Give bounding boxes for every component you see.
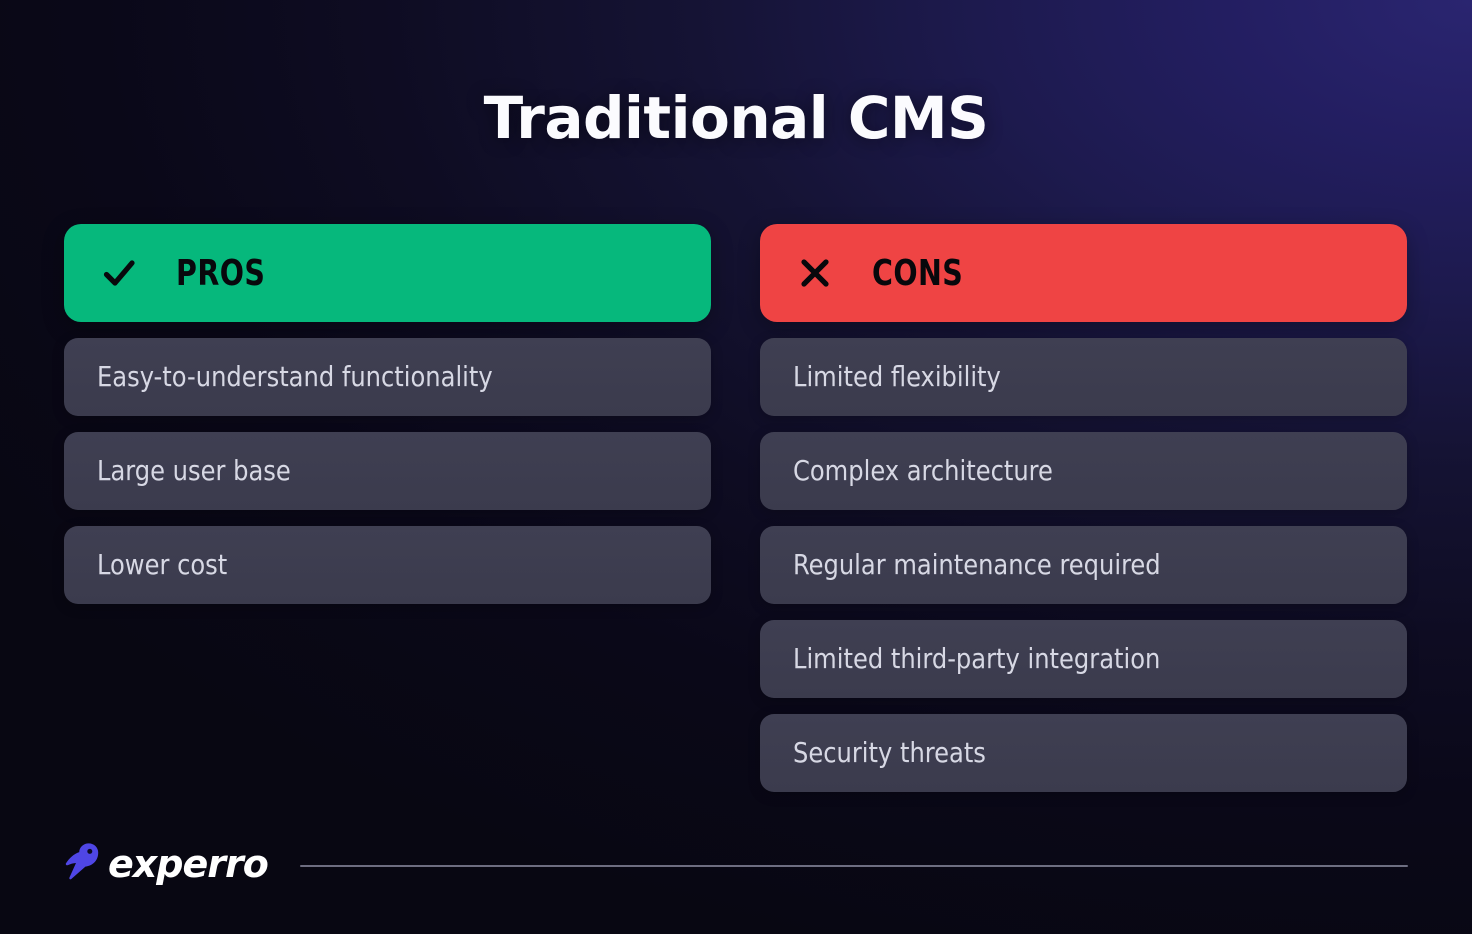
list-item-label: Lower cost	[97, 548, 228, 581]
footer: experro	[64, 836, 1408, 892]
pros-header: PROS	[64, 224, 711, 322]
bird-logo-icon	[64, 842, 106, 882]
list-item-label: Security threats	[793, 736, 986, 769]
list-item[interactable]: Limited flexibility	[760, 338, 1407, 416]
pros-cons-columns: PROS Easy-to-understand functionality La…	[64, 224, 1408, 792]
pros-column: PROS Easy-to-understand functionality La…	[64, 224, 711, 792]
cons-header-label: CONS	[872, 252, 964, 294]
list-item[interactable]: Limited third-party integration	[760, 620, 1407, 698]
list-item[interactable]: Security threats	[760, 714, 1407, 792]
cons-header: CONS	[760, 224, 1407, 322]
list-item[interactable]: Easy-to-understand functionality	[64, 338, 711, 416]
list-item-label: Regular maintenance required	[793, 548, 1161, 581]
list-item[interactable]: Lower cost	[64, 526, 711, 604]
list-item-label: Easy-to-understand functionality	[97, 360, 493, 393]
list-item[interactable]: Large user base	[64, 432, 711, 510]
x-icon	[798, 256, 832, 290]
list-item-label: Complex architecture	[793, 454, 1053, 487]
list-item-label: Limited flexibility	[793, 360, 1001, 393]
list-item-label: Large user base	[97, 454, 291, 487]
footer-divider	[299, 865, 1408, 867]
list-item[interactable]: Regular maintenance required	[760, 526, 1407, 604]
brand-logo[interactable]: experro	[64, 842, 269, 886]
list-item-label: Limited third-party integration	[793, 642, 1161, 675]
list-item[interactable]: Complex architecture	[760, 432, 1407, 510]
cons-item-list: Limited flexibility Complex architecture…	[760, 338, 1407, 792]
brand-name: experro	[108, 842, 269, 886]
slide-canvas: Traditional CMS PROS Easy-to-understand …	[0, 0, 1472, 934]
page-title: Traditional CMS	[483, 84, 989, 152]
cons-column: CONS Limited flexibility Complex archite…	[760, 224, 1407, 792]
pros-header-label: PROS	[176, 252, 266, 294]
check-icon	[102, 256, 136, 290]
pros-item-list: Easy-to-understand functionality Large u…	[64, 338, 711, 604]
